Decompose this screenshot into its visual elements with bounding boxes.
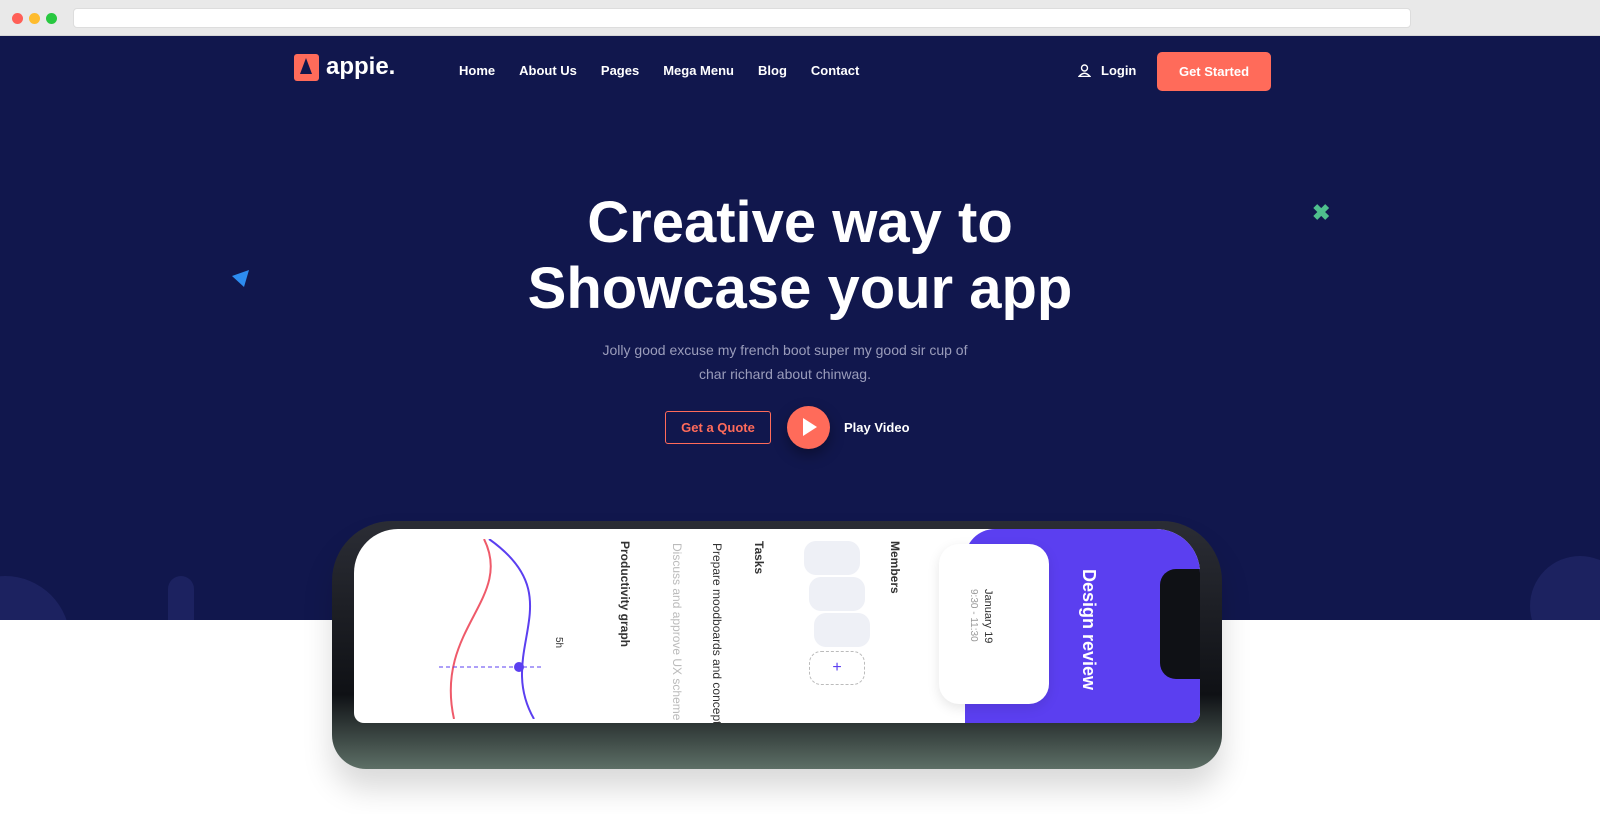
address-bar[interactable] bbox=[73, 8, 1411, 28]
get-started-button[interactable]: Get Started bbox=[1157, 52, 1271, 91]
logo[interactable]: appie. bbox=[294, 53, 395, 81]
productivity-graph bbox=[439, 539, 544, 719]
login-link[interactable]: Login bbox=[1078, 63, 1136, 78]
play-video-button[interactable] bbox=[787, 406, 830, 449]
play-video-label[interactable]: Play Video bbox=[844, 420, 910, 435]
get-quote-button[interactable]: Get a Quote bbox=[665, 411, 771, 444]
add-member-button: + bbox=[809, 651, 865, 685]
nav-mega-menu[interactable]: Mega Menu bbox=[663, 63, 734, 78]
close-window-icon[interactable] bbox=[12, 13, 23, 24]
user-icon bbox=[1078, 64, 1091, 77]
nav-pages[interactable]: Pages bbox=[601, 63, 639, 78]
phone-mockup: 5h Productivity graph Discuss and approv… bbox=[332, 521, 1222, 769]
browser-chrome bbox=[0, 0, 1600, 36]
nav-home[interactable]: Home bbox=[459, 63, 495, 78]
nav-about-us[interactable]: About Us bbox=[519, 63, 577, 78]
hero-subtitle: Jolly good excuse my french boot super m… bbox=[602, 342, 968, 382]
nav-blog[interactable]: Blog bbox=[758, 63, 787, 78]
minimize-window-icon[interactable] bbox=[29, 13, 40, 24]
main-nav: Home About Us Pages Mega Menu Blog Conta… bbox=[459, 63, 859, 78]
maximize-window-icon[interactable] bbox=[46, 13, 57, 24]
event-card: January 19 9:30 - 11:30 bbox=[939, 544, 1049, 704]
logo-icon bbox=[294, 53, 319, 81]
nav-contact[interactable]: Contact bbox=[811, 63, 859, 78]
hero-title: Creative way to Showcase your app bbox=[527, 190, 1073, 321]
phone-screen: 5h Productivity graph Discuss and approv… bbox=[354, 529, 1200, 723]
